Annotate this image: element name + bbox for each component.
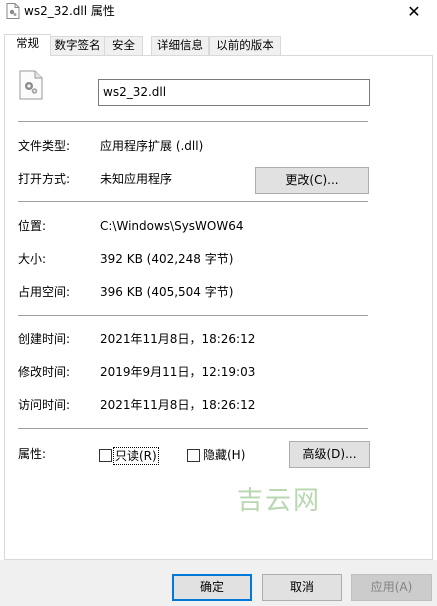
ok-button[interactable]: 确定 — [172, 574, 252, 601]
watermark-text: 吉云网 — [237, 486, 322, 516]
tab-general[interactable]: 常规 — [4, 34, 51, 56]
opens-with-label: 打开方式: — [18, 172, 71, 186]
file-type-value: 应用程序扩展 (.dll) — [100, 139, 204, 153]
separator — [18, 428, 368, 429]
created-value: 2021年11月8日，18:26:12 — [100, 332, 256, 346]
tab-strip: 常规 数字签名 安全 详细信息 以前的版本 — [4, 34, 433, 56]
opens-with-value: 未知应用程序 — [100, 172, 173, 186]
attributes-label: 属性: — [18, 447, 47, 461]
tab-previous-versions[interactable]: 以前的版本 — [209, 36, 281, 55]
modified-label: 修改时间: — [18, 365, 71, 379]
file-name-input[interactable]: ws2_32.dll — [98, 79, 370, 106]
separator — [18, 121, 368, 122]
tab-security[interactable]: 安全 — [104, 36, 143, 55]
tab-digital-signatures[interactable]: 数字签名 — [50, 36, 105, 55]
apply-button[interactable]: 应用(A) — [351, 574, 432, 601]
separator — [18, 315, 368, 316]
readonly-label[interactable]: 只读(R) — [113, 447, 159, 465]
tab-details[interactable]: 详细信息 — [151, 36, 209, 55]
close-icon[interactable]: ✕ — [391, 0, 437, 22]
hidden-checkbox[interactable] — [187, 449, 200, 462]
size-label: 大小: — [18, 252, 47, 266]
readonly-checkbox[interactable] — [99, 449, 112, 462]
location-value: C:\Windows\SysWOW64 — [100, 219, 244, 233]
title-bar: ws2_32.dll 属性 ✕ — [0, 0, 437, 22]
size-on-disk-label: 占用空间: — [18, 285, 71, 299]
dll-file-icon — [19, 70, 43, 100]
location-label: 位置: — [18, 219, 47, 233]
size-value: 392 KB (402,248 字节) — [100, 252, 234, 266]
separator — [18, 201, 368, 202]
general-panel — [4, 55, 433, 560]
file-type-label: 文件类型: — [18, 139, 71, 153]
hidden-label[interactable]: 隐藏(H) — [203, 447, 245, 463]
dll-file-icon — [6, 3, 20, 19]
accessed-label: 访问时间: — [18, 398, 71, 412]
window-title: ws2_32.dll 属性 — [24, 4, 115, 18]
created-label: 创建时间: — [18, 332, 71, 346]
change-button[interactable]: 更改(C)... — [255, 167, 369, 194]
modified-value: 2019年9月11日，12:19:03 — [100, 365, 256, 379]
cancel-button[interactable]: 取消 — [262, 574, 342, 601]
size-on-disk-value: 396 KB (405,504 字节) — [100, 285, 234, 299]
advanced-button[interactable]: 高级(D)... — [289, 441, 370, 468]
accessed-value: 2021年11月8日，18:26:12 — [100, 398, 256, 412]
